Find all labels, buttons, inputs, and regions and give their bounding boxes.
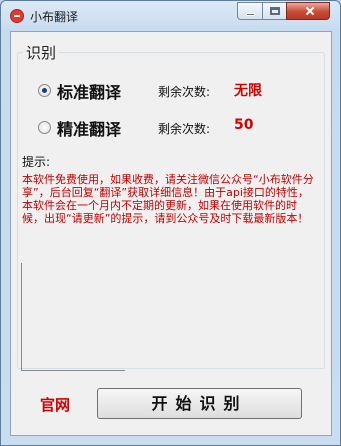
result-area[interactable] bbox=[21, 263, 125, 371]
close-icon[interactable] bbox=[286, 2, 330, 20]
window-title: 小布翻译 bbox=[30, 10, 79, 24]
maximize-icon[interactable] bbox=[262, 2, 287, 20]
official-site-link[interactable]: 官网 bbox=[40, 394, 70, 415]
group-title: 识别 bbox=[23, 42, 60, 63]
hint-label: 提示: bbox=[22, 155, 51, 169]
precise-count-value: 50 bbox=[234, 117, 254, 133]
minimize-icon[interactable] bbox=[237, 2, 263, 20]
mode-standard-label[interactable]: 标准翻译 bbox=[57, 79, 121, 103]
standard-count-label: 剩余次数: bbox=[158, 85, 211, 99]
mode-precise-label[interactable]: 精准翻译 bbox=[57, 116, 121, 140]
title-bar[interactable]: 小布翻译 bbox=[1, 1, 340, 31]
app-window: 小布翻译 识别 标准翻译 剩余次数: 无限 精准翻译 剩余次数: 50 提示: … bbox=[0, 0, 341, 446]
radio-standard[interactable] bbox=[38, 84, 51, 97]
radio-precise[interactable] bbox=[38, 121, 51, 134]
standard-count-value: 无限 bbox=[234, 83, 262, 99]
mode-standard-row[interactable]: 标准翻译 剩余次数: 无限 bbox=[38, 79, 298, 103]
precise-count-label: 剩余次数: bbox=[158, 122, 211, 136]
app-icon bbox=[10, 9, 24, 23]
client-area: 识别 标准翻译 剩余次数: 无限 精准翻译 剩余次数: 50 提示: 本软件免费… bbox=[10, 31, 332, 436]
mode-precise-row[interactable]: 精准翻译 剩余次数: 50 bbox=[38, 116, 298, 140]
start-recognition-button[interactable]: 开始识别 bbox=[97, 388, 302, 419]
hint-text: 本软件免费使用，如果收费，请关注微信公众号“小布软件分享”，后台回复“翻译”获取… bbox=[22, 173, 314, 225]
